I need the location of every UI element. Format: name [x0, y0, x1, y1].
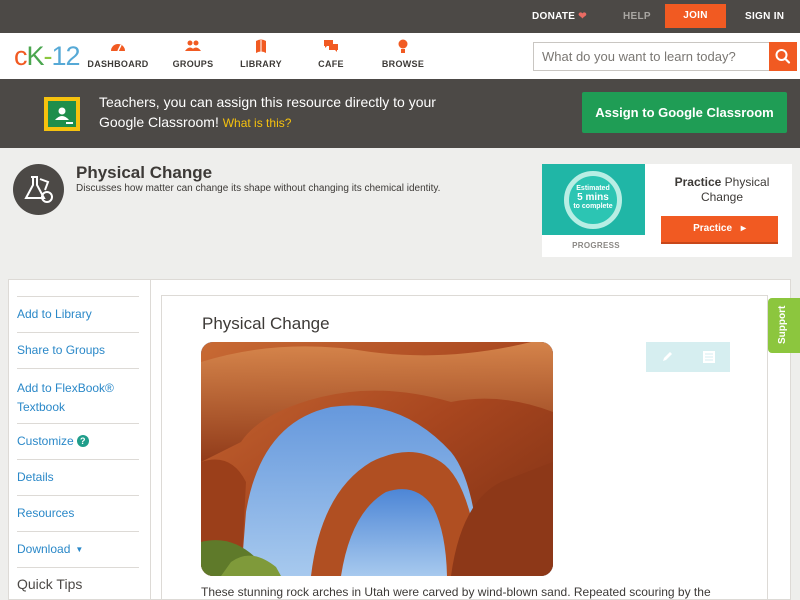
sidebar-item-label: Customize	[17, 434, 74, 448]
top-bar: DONATE ❤ HELP JOIN SIGN IN	[0, 0, 800, 33]
search-icon	[775, 49, 791, 64]
nav-library[interactable]: LIBRARY	[228, 39, 294, 69]
help-link[interactable]: HELP	[623, 0, 651, 33]
chevron-right-icon: ▸	[740, 223, 746, 234]
practice-card: Estimated 5 mins to complete PROGRESS Pr…	[542, 164, 792, 257]
nav-cafe[interactable]: CAFE	[298, 39, 364, 69]
pencil-icon	[663, 351, 672, 361]
dashboard-icon	[85, 39, 151, 57]
search-box	[533, 42, 771, 71]
progress-graphic: Estimated 5 mins to complete	[542, 164, 645, 235]
donate-label: DONATE	[532, 11, 576, 22]
practice-title: Practice Physical Change	[660, 175, 784, 205]
sidebar-item-share-to-groups[interactable]: Share to Groups	[17, 332, 139, 369]
caret-down-icon: ▼	[75, 545, 84, 554]
nav-dashboard[interactable]: DASHBOARD	[85, 39, 151, 69]
rock-arch-photo	[201, 342, 553, 576]
sidebar-item-label: Download	[17, 542, 71, 556]
sidebar-item-add-to-library[interactable]: Add to Library	[17, 296, 139, 333]
logo-k: K	[26, 41, 45, 71]
sidebar-item-label: Add to FlexBook® Textbook	[17, 381, 114, 414]
quick-tips-heading: Quick Tips	[17, 567, 139, 592]
nav-groups[interactable]: GROUPS	[160, 39, 226, 69]
cafe-icon	[298, 39, 364, 57]
logo-c: c	[14, 41, 27, 71]
nav-library-label: LIBRARY	[240, 59, 282, 69]
support-tab[interactable]: Support	[768, 298, 800, 353]
assign-to-google-classroom-button[interactable]: Assign to Google Classroom	[582, 92, 787, 133]
sidebar-item-resources[interactable]: Resources	[17, 495, 139, 532]
heart-icon: ❤	[578, 11, 587, 22]
library-icon	[228, 39, 294, 57]
logo-12: 12	[51, 41, 81, 71]
chemistry-flask-icon	[13, 164, 64, 215]
help-icon[interactable]: ?	[76, 435, 89, 447]
sign-in-link[interactable]: SIGN IN	[745, 0, 784, 33]
classroom-banner: Teachers, you can assign this resource d…	[0, 79, 800, 148]
main-nav: cK-12 DASHBOARD GROUPS LIBRARY CAFE BROW…	[0, 33, 800, 79]
google-classroom-icon	[44, 97, 80, 131]
nav-cafe-label: CAFE	[318, 59, 344, 69]
estimated-line-2: 5 mins	[577, 192, 609, 203]
banner-message: Teachers, you can assign this resource d…	[99, 92, 459, 133]
sidebar-item-label: Add to Library	[17, 307, 92, 321]
sidebar-item-label: Resources	[17, 506, 75, 520]
estimated-line-3: to complete	[573, 203, 613, 210]
join-button[interactable]: JOIN	[665, 4, 726, 28]
support-label: Support	[777, 305, 788, 344]
lesson-paragraph: These stunning rock arches in Utah were …	[201, 585, 711, 599]
browse-icon	[370, 39, 436, 57]
sidebar-item-details[interactable]: Details	[17, 459, 139, 496]
nav-dashboard-label: DASHBOARD	[87, 59, 149, 69]
sidebar-item-add-to-flexbook[interactable]: Add to FlexBook® Textbook	[17, 368, 139, 424]
logo-dash: -	[43, 41, 53, 71]
edit-button[interactable]	[646, 342, 688, 372]
lesson-title: Physical Change	[202, 314, 330, 333]
nav-groups-label: GROUPS	[172, 59, 214, 69]
search-button[interactable]	[769, 42, 797, 71]
donate-link[interactable]: DONATE ❤	[532, 0, 587, 33]
progress-label: PROGRESS	[572, 241, 620, 250]
sidebar-item-customize[interactable]: Customize?	[17, 423, 139, 460]
practice-button-label: Practice	[693, 223, 733, 234]
concept-title: Physical Change	[76, 163, 213, 182]
practice-bold: Practice	[674, 175, 722, 189]
concept-description: Discusses how matter can change its shap…	[76, 183, 441, 194]
sidebar: Add to Library Share to Groups Add to Fl…	[8, 279, 151, 600]
what-is-this-link[interactable]: What is this?	[223, 116, 292, 130]
groups-icon	[160, 39, 226, 57]
sidebar-item-label: Share to Groups	[17, 343, 106, 357]
sidebar-item-download[interactable]: Download ▼	[17, 531, 139, 568]
lesson-tools	[646, 342, 730, 372]
search-input[interactable]	[534, 43, 764, 70]
nav-browse[interactable]: BROWSE	[370, 39, 436, 69]
nav-browse-label: BROWSE	[381, 59, 425, 69]
sidebar-item-label: Details	[17, 470, 54, 484]
ck12-logo[interactable]: cK-12	[14, 41, 81, 71]
notes-icon	[703, 350, 715, 363]
estimated-time: Estimated 5 mins to complete	[564, 184, 622, 211]
notes-button[interactable]	[688, 342, 730, 372]
practice-button[interactable]: Practice ▸	[661, 216, 778, 244]
